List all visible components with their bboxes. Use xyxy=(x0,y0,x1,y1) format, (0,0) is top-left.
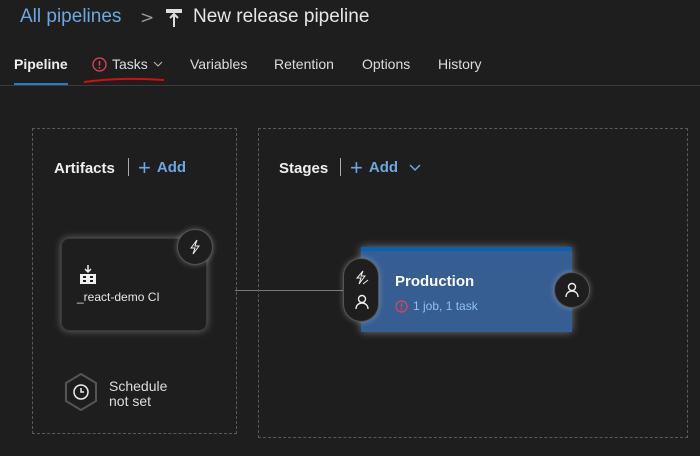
tab-history[interactable]: History xyxy=(438,56,482,72)
pre-deployment-conditions-button[interactable] xyxy=(343,258,379,322)
error-icon xyxy=(395,299,408,313)
clock-icon xyxy=(65,372,97,412)
schedule-status: Schedule not set xyxy=(109,379,167,409)
add-stage-button[interactable]: + Add xyxy=(350,154,422,180)
page-title: New release pipeline xyxy=(193,6,370,27)
artifact-name: _react-demo CI xyxy=(77,290,160,304)
tab-tasks-label: Tasks xyxy=(112,56,148,72)
chevron-down-icon xyxy=(409,163,421,171)
artifacts-header: Artifacts xyxy=(54,160,115,177)
plus-icon: + xyxy=(138,154,151,180)
red-underline-annotation xyxy=(83,77,165,83)
stage-card-production[interactable]: Production 1 job, 1 task xyxy=(361,247,572,332)
tab-tasks[interactable]: Tasks xyxy=(92,56,163,72)
chevron-down-icon xyxy=(153,61,163,67)
stage-name: Production xyxy=(395,273,475,290)
release-pipeline-icon xyxy=(166,9,182,27)
add-artifact-button[interactable]: + Add xyxy=(138,154,187,180)
continuous-deployment-trigger-button[interactable] xyxy=(177,229,213,265)
schedule-line2: not set xyxy=(109,393,152,409)
breadcrumb-separator: > xyxy=(140,8,155,28)
divider xyxy=(0,85,700,86)
tab-retention[interactable]: Retention xyxy=(274,56,334,72)
tab-pipeline[interactable]: Pipeline xyxy=(14,56,68,72)
lightning-person-icon xyxy=(355,270,369,285)
add-label: Add xyxy=(368,159,399,176)
post-deployment-conditions-button[interactable] xyxy=(554,272,590,308)
tab-options[interactable]: Options xyxy=(362,56,410,72)
lightning-icon xyxy=(190,239,200,255)
person-icon xyxy=(355,294,369,310)
breadcrumb-all-pipelines[interactable]: All pipelines xyxy=(20,6,121,28)
schedule-line1: Schedule xyxy=(109,378,168,394)
schedule-button[interactable] xyxy=(64,372,98,415)
stages-header: Stages xyxy=(279,160,329,177)
tab-variables[interactable]: Variables xyxy=(190,56,247,72)
error-icon xyxy=(92,56,107,72)
build-artifact-icon xyxy=(80,265,96,284)
plus-icon: + xyxy=(350,154,363,180)
stage-tasks-link[interactable]: 1 job, 1 task xyxy=(395,299,478,313)
person-icon xyxy=(565,282,579,298)
header-divider xyxy=(340,158,341,176)
add-label: Add xyxy=(156,159,187,176)
stage-summary: 1 job, 1 task xyxy=(413,299,478,313)
header-divider xyxy=(128,158,129,176)
